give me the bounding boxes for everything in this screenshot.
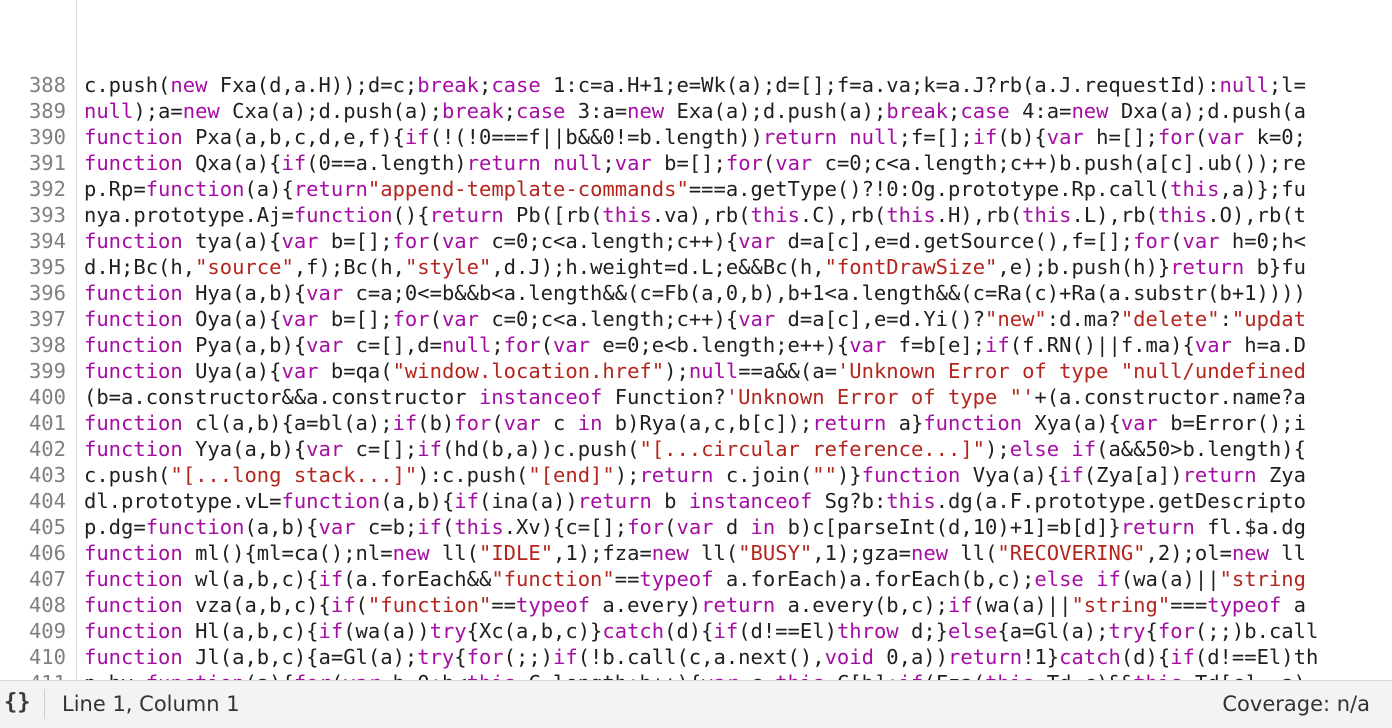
code-line[interactable]: 410 function Jl(a,b,c){a=Gl(a);try{for(;;…	[0, 644, 1392, 670]
code-line[interactable]: 404 dl.prototype.vL=function(a,b){if(ina(…	[0, 488, 1392, 514]
line-number: 398	[28, 333, 66, 357]
code-text[interactable]: function Jl(a,b,c){a=Gl(a);try{for(;;)if…	[84, 644, 1318, 670]
line-number: 390	[28, 125, 66, 149]
code-text[interactable]: function cl(a,b){a=bl(a);if(b)for(var c …	[84, 410, 1306, 436]
line-number: 402	[28, 437, 66, 461]
line-number: 388	[28, 73, 66, 97]
line-number: 403	[28, 463, 66, 487]
line-number: 409	[28, 619, 66, 643]
code-line[interactable]: 396 function Hya(a,b){var c=a;0<=b&&b<a.l…	[0, 280, 1392, 306]
code-text[interactable]: d.H;Bc(h,"source",f);Bc(h,"style",d.J);h…	[84, 254, 1306, 280]
code-text[interactable]: function ml(){ml=ca();nl=new ll("IDLE",1…	[84, 540, 1306, 566]
code-line[interactable]: 400 (b=a.constructor&&a.constructor insta…	[0, 384, 1392, 410]
code-text[interactable]: (b=a.constructor&&a.constructor instance…	[84, 384, 1306, 410]
line-number: 408	[28, 593, 66, 617]
code-text[interactable]: p.Rp=function(a){return"append-template-…	[84, 176, 1306, 202]
code-text[interactable]: function Pxa(a,b,c,d,e,f){if(!(!0===f||b…	[84, 124, 1306, 150]
code-text[interactable]: function vza(a,b,c){if("function"==typeo…	[84, 592, 1306, 618]
code-text[interactable]: c.push("[...long stack...]"):c.push("[en…	[84, 462, 1306, 488]
line-number: 391	[28, 151, 66, 175]
line-number: 395	[28, 255, 66, 279]
code-text[interactable]: dl.prototype.vL=function(a,b){if(ina(a))…	[84, 488, 1306, 514]
line-number: 406	[28, 541, 66, 565]
line-number: 396	[28, 281, 66, 305]
code-line[interactable]: 407 function wl(a,b,c){if(a.forEach&&"fun…	[0, 566, 1392, 592]
code-line[interactable]: 409 function Hl(a,b,c){if(wa(a))try{Xc(a,…	[0, 618, 1392, 644]
code-text[interactable]: function Hya(a,b){var c=a;0<=b&&b<a.leng…	[84, 280, 1306, 306]
line-number: 394	[28, 229, 66, 253]
coverage-status: Coverage: n/a	[1222, 692, 1370, 716]
line-number: 399	[28, 359, 66, 383]
code-text[interactable]: function Uya(a){var b=qa("window.locatio…	[84, 358, 1306, 384]
code-line[interactable]: 411 p.hv=function(a){for(var b=0;b<this.C…	[0, 670, 1392, 680]
line-number: 393	[28, 203, 66, 227]
line-number: 400	[28, 385, 66, 409]
cursor-position: Line 1, Column 1	[62, 692, 240, 716]
code-text[interactable]: function wl(a,b,c){if(a.forEach&&"functi…	[84, 566, 1306, 592]
code-line[interactable]: 395 d.H;Bc(h,"source",f);Bc(h,"style",d.J…	[0, 254, 1392, 280]
code-line[interactable]: 391 function Qxa(a){if(0==a.length)return…	[0, 150, 1392, 176]
code-text[interactable]: c.push(new Fxa(d,a.H));d=c;break;case 1:…	[84, 72, 1306, 98]
code-text[interactable]: p.dg=function(a,b){var c=b;if(this.Xv){c…	[84, 514, 1306, 540]
code-line[interactable]: 402 function Yya(a,b){var c=[];if(hd(b,a)…	[0, 436, 1392, 462]
code-line[interactable]: 390 function Pxa(a,b,c,d,e,f){if(!(!0===f…	[0, 124, 1392, 150]
code-line[interactable]: 408 function vza(a,b,c){if("function"==ty…	[0, 592, 1392, 618]
line-number: 397	[28, 307, 66, 331]
line-number: 389	[28, 99, 66, 123]
code-line[interactable]: 405 p.dg=function(a,b){var c=b;if(this.Xv…	[0, 514, 1392, 540]
code-text[interactable]: p.hv=function(a){for(var b=0;b<this.C.le…	[84, 670, 1306, 680]
status-bar: {} Line 1, Column 1 Coverage: n/a	[0, 680, 1392, 728]
code-line[interactable]: 393 nya.prototype.Aj=function(){return Pb…	[0, 202, 1392, 228]
code-text[interactable]: null);a=new Cxa(a);d.push(a);break;case …	[84, 98, 1306, 124]
line-number: 405	[28, 515, 66, 539]
code-line[interactable]: 388 c.push(new Fxa(d,a.H));d=c;break;case…	[0, 72, 1392, 98]
code-text[interactable]: function Yya(a,b){var c=[];if(hd(b,a))c.…	[84, 436, 1306, 462]
code-line[interactable]: 406 function ml(){ml=ca();nl=new ll("IDLE…	[0, 540, 1392, 566]
code-text[interactable]: function Qxa(a){if(0==a.length)return nu…	[84, 150, 1306, 176]
code-line[interactable]: 401 function cl(a,b){a=bl(a);if(b)for(var…	[0, 410, 1392, 436]
code-line[interactable]: 389 null);a=new Cxa(a);d.push(a);break;ca…	[0, 98, 1392, 124]
code-text[interactable]: nya.prototype.Aj=function(){return Pb([r…	[84, 202, 1306, 228]
code-text[interactable]: function Oya(a){var b=[];for(var c=0;c<a…	[84, 306, 1306, 332]
code-line[interactable]: 392 p.Rp=function(a){return"append-templa…	[0, 176, 1392, 202]
code-line[interactable]: 403 c.push("[...long stack...]"):c.push("…	[0, 462, 1392, 488]
code-text[interactable]: function tya(a){var b=[];for(var c=0;c<a…	[84, 228, 1306, 254]
code-line[interactable]: 399 function Uya(a){var b=qa("window.loca…	[0, 358, 1392, 384]
code-line[interactable]: 397 function Oya(a){var b=[];for(var c=0;…	[0, 306, 1392, 332]
pretty-print-icon[interactable]: {}	[4, 690, 31, 715]
code-line[interactable]: 394 function tya(a){var b=[];for(var c=0;…	[0, 228, 1392, 254]
line-number: 404	[28, 489, 66, 513]
line-number: 410	[28, 645, 66, 669]
code-editor[interactable]: 388 c.push(new Fxa(d,a.H));d=c;break;case…	[0, 0, 1392, 680]
source-viewer: 388 c.push(new Fxa(d,a.H));d=c;break;case…	[0, 0, 1392, 728]
line-number: 407	[28, 567, 66, 591]
line-number: 392	[28, 177, 66, 201]
line-number: 411	[0, 670, 66, 680]
code-line[interactable]: 398 function Pya(a,b){var c=[],d=null;for…	[0, 332, 1392, 358]
code-text[interactable]: function Pya(a,b){var c=[],d=null;for(va…	[84, 332, 1306, 358]
line-number: 401	[28, 411, 66, 435]
status-divider	[44, 689, 45, 719]
code-text[interactable]: function Hl(a,b,c){if(wa(a))try{Xc(a,b,c…	[84, 618, 1318, 644]
